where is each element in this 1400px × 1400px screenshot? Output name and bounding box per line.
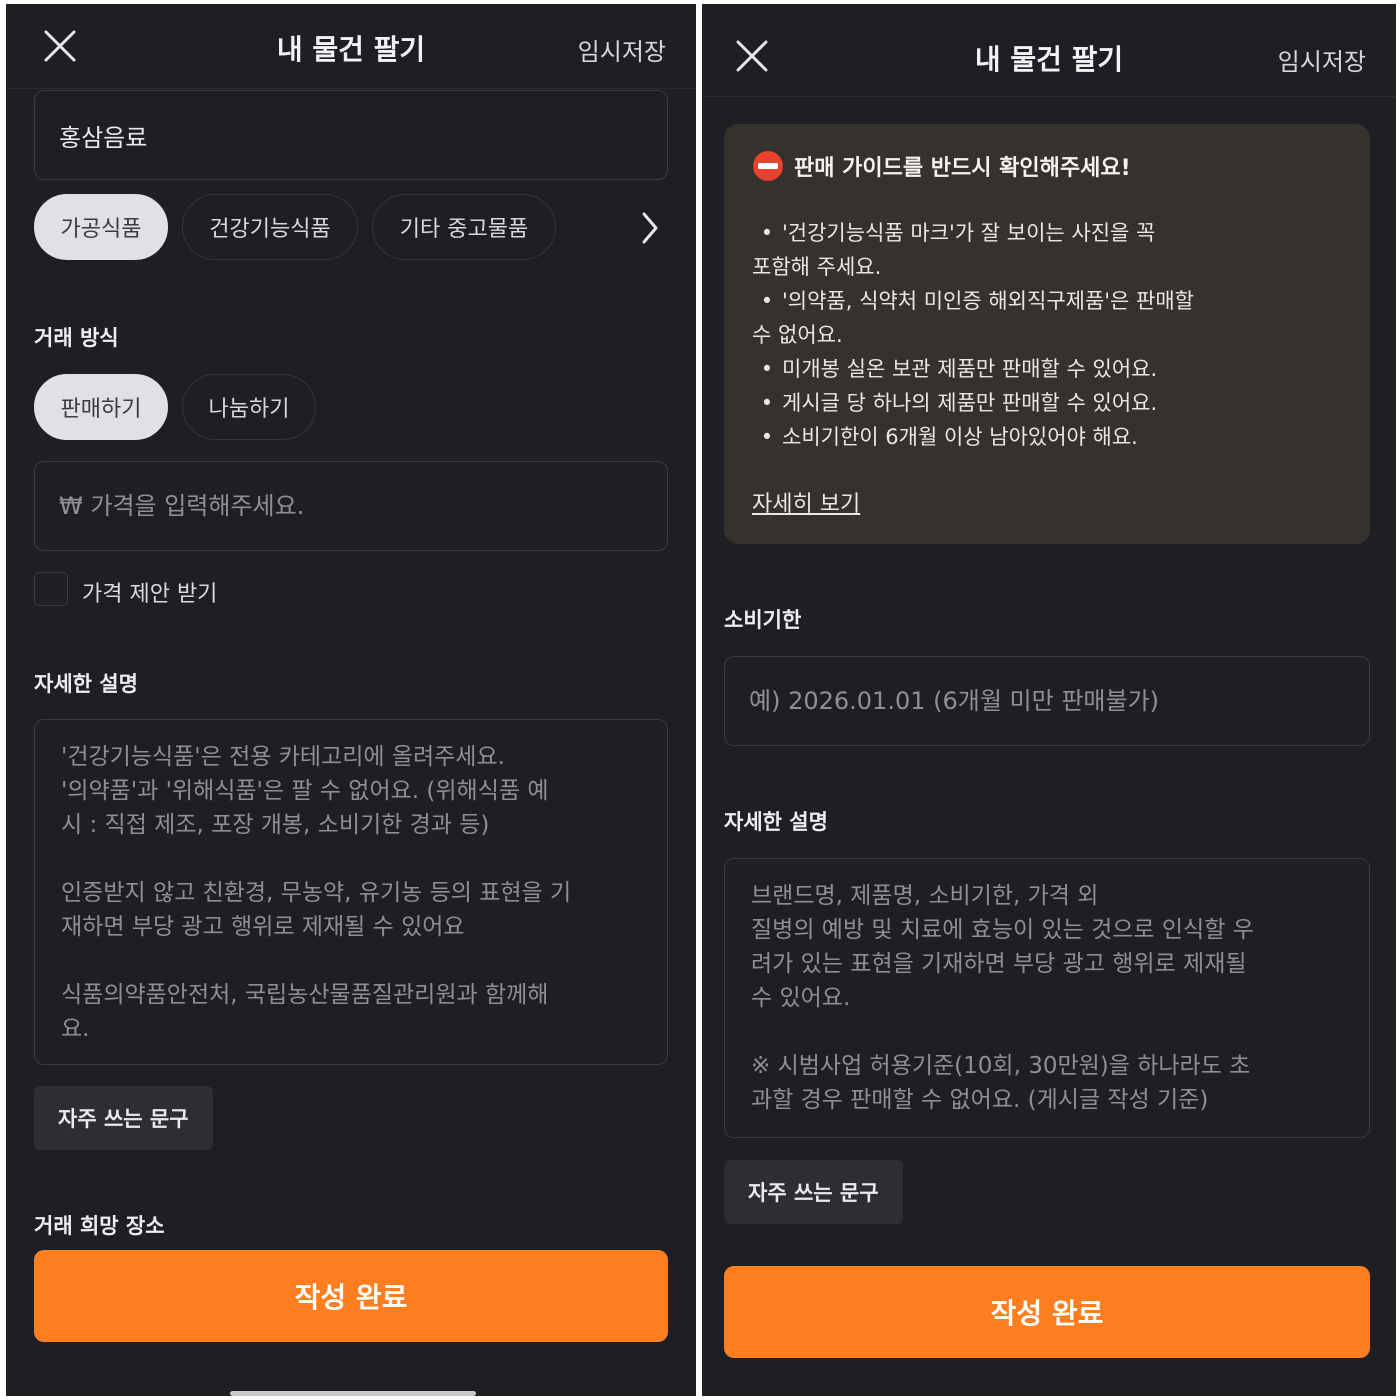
guide-item: • 게시글 당 하나의 제품만 판매할 수 있어요. [760, 391, 1158, 415]
left-screen: 내 물건 팔기 임시저장 가공식품 건강기능식품 기타 중고물품 거래 방식 판… [6, 4, 696, 1396]
temp-save-button[interactable]: 임시저장 [578, 32, 666, 67]
guide-title: 판매 가이드를 반드시 확인해주세요! [794, 156, 1131, 181]
trade-method-label: 거래 방식 [34, 326, 119, 350]
frequent-phrase-button[interactable]: 자주 쓰는 문구 [34, 1086, 213, 1150]
guide-item: • '의약품, 식약처 미인증 해외직구제품'은 판매할 [760, 289, 1195, 313]
guide-item: 포함해 주세요. [752, 255, 882, 279]
trade-location-label: 거래 희망 장소 [34, 1214, 165, 1238]
stop-icon [753, 151, 783, 181]
temp-save-button[interactable]: 임시저장 [1278, 42, 1366, 77]
right-screen: 내 물건 팔기 임시저장 판매 가이드를 반드시 확인해주세요! • '건강기능식… [702, 4, 1396, 1396]
guide-details-link[interactable]: 자세히 보기 [752, 486, 860, 518]
description-textarea[interactable]: 브랜드명, 제품명, 소비기한, 가격 외 질병의 예방 및 치료에 효능이 있… [724, 858, 1370, 1138]
submit-button[interactable]: 작성 완료 [34, 1250, 668, 1342]
guide-item: • '건강기능식품 마크'가 잘 보이는 사진을 꼭 [760, 221, 1156, 245]
home-indicator [230, 1391, 476, 1396]
description-label: 자세한 설명 [34, 672, 138, 696]
description-textarea[interactable]: '건강기능식품'은 전용 카테고리에 올려주세요. '의약품'과 '위해식품'은… [34, 719, 668, 1065]
chevron-right-icon[interactable] [638, 210, 662, 246]
category-chip-other-used[interactable]: 기타 중고물품 [372, 194, 556, 260]
price-input[interactable] [34, 461, 668, 551]
header: 내 물건 팔기 임시저장 [702, 4, 1396, 97]
category-chip-health-food[interactable]: 건강기능식품 [182, 194, 358, 260]
guide-item: • 미개봉 실온 보관 제품만 판매할 수 있어요. [760, 357, 1158, 381]
category-chip-processed-food[interactable]: 가공식품 [34, 194, 168, 260]
frequent-phrase-button[interactable]: 자주 쓰는 문구 [724, 1160, 903, 1224]
sales-guide-panel: 판매 가이드를 반드시 확인해주세요! • '건강기능식품 마크'가 잘 보이는 … [724, 124, 1370, 544]
header: 내 물건 팔기 임시저장 [6, 4, 696, 89]
description-label: 자세한 설명 [724, 810, 828, 834]
expiry-input[interactable] [724, 656, 1370, 746]
close-icon[interactable] [42, 28, 78, 64]
close-icon[interactable] [734, 38, 770, 74]
guide-item: • 소비기한이 6개월 이상 남아있어야 해요. [760, 425, 1138, 449]
trade-option-sell[interactable]: 판매하기 [34, 374, 168, 440]
submit-button[interactable]: 작성 완료 [724, 1266, 1370, 1358]
product-title-input[interactable] [34, 90, 668, 180]
description-placeholder: '건강기능식품'은 전용 카테고리에 올려주세요. '의약품'과 '위해식품'은… [61, 744, 572, 1042]
price-offer-checkbox[interactable] [34, 572, 68, 606]
guide-item: 수 없어요. [752, 323, 843, 347]
description-placeholder: 브랜드명, 제품명, 소비기한, 가격 외 질병의 예방 및 치료에 효능이 있… [751, 883, 1254, 1113]
expiry-label: 소비기한 [724, 608, 802, 632]
price-offer-label: 가격 제안 받기 [82, 582, 218, 607]
trade-option-share[interactable]: 나눔하기 [182, 374, 316, 440]
